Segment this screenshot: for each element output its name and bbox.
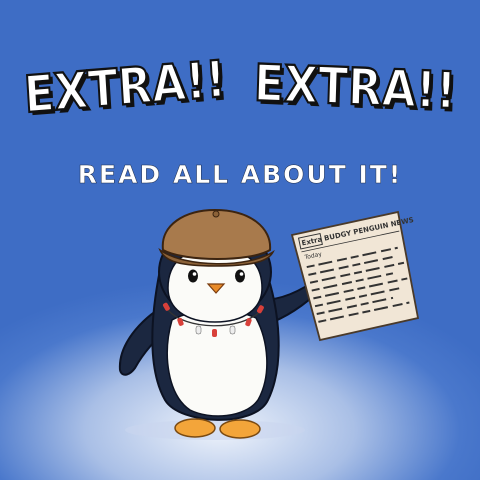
penguin-illustration: Extra BUDGY PENGUIN NEWS Today	[118, 208, 420, 440]
left-eye	[188, 269, 198, 283]
left-foot	[174, 418, 216, 438]
newspaper: Extra BUDGY PENGUIN NEWS Today	[290, 210, 420, 342]
penguin-belly	[166, 310, 268, 417]
right-foot	[219, 419, 261, 439]
right-eye	[235, 269, 245, 283]
illustration-stage: EXTRA!! EXTRA!! READ ALL ABOUT IT! Extra…	[0, 0, 480, 480]
